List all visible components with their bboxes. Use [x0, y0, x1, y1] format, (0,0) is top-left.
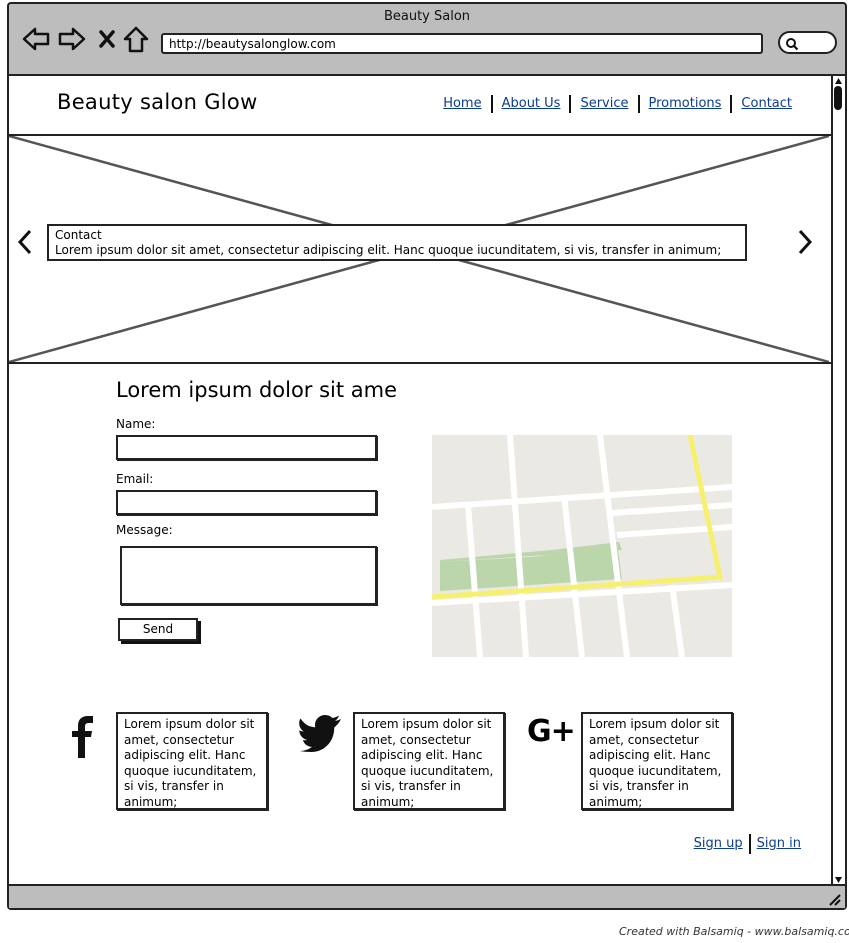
hero-carousel: Contact Lorem ipsum dolor sit amet, cons…	[9, 136, 831, 364]
scroll-up-icon[interactable]	[834, 77, 843, 85]
site-title: Beauty salon Glow	[57, 90, 258, 114]
nav-home[interactable]: Home	[434, 95, 490, 113]
window-title: Beauty Salon	[383, 9, 471, 24]
scroll-down-icon[interactable]	[834, 876, 843, 884]
hero-caption: Contact Lorem ipsum dolor sit amet, cons…	[47, 224, 747, 261]
map-graphic	[432, 435, 732, 657]
browser-statusbar	[9, 888, 845, 908]
main-nav: Home About Us Service Promotions Contact	[434, 95, 801, 113]
stop-icon[interactable]	[93, 24, 123, 54]
nav-about-us[interactable]: About Us	[490, 95, 570, 113]
location-map[interactable]	[432, 435, 732, 657]
carousel-next-icon[interactable]	[795, 228, 815, 256]
vertical-scrollbar[interactable]	[831, 74, 845, 886]
scrollbar-thumb[interactable]	[834, 86, 842, 110]
nav-service[interactable]: Service	[569, 95, 637, 113]
nav-contact[interactable]: Contact	[730, 95, 801, 113]
twitter-icon[interactable]	[299, 714, 343, 752]
name-input[interactable]	[116, 435, 377, 460]
email-label: Email:	[116, 472, 154, 486]
address-bar[interactable]: http://beautysalonglow.com	[161, 33, 763, 54]
twitter-text-box: Lorem ipsum dolor sit amet, consectetur …	[353, 712, 505, 810]
search-icon	[786, 38, 799, 51]
page-viewport: Beauty salon Glow Home About Us Service …	[9, 74, 831, 886]
nav-promotions[interactable]: Promotions	[637, 95, 731, 113]
site-header: Beauty salon Glow Home About Us Service …	[9, 76, 831, 136]
hero-caption-text: Lorem ipsum dolor sit amet, consectetur …	[55, 243, 722, 257]
browser-window: Beauty Salon http://beautysalonglow.com …	[7, 2, 847, 910]
message-textarea[interactable]	[120, 546, 377, 605]
email-input[interactable]	[116, 490, 377, 515]
send-button[interactable]: Send	[118, 618, 198, 641]
carousel-prev-icon[interactable]	[15, 228, 35, 256]
balsamiq-watermark: Created with Balsamiq - www.balsamiq.co	[619, 925, 849, 938]
message-label: Message:	[116, 523, 173, 537]
contact-heading: Lorem ipsum dolor sit ame	[116, 378, 398, 402]
browser-search-field[interactable]	[778, 31, 837, 54]
back-icon[interactable]	[21, 24, 51, 54]
browser-titlebar: Beauty Salon http://beautysalonglow.com	[9, 4, 845, 74]
sign-up-link[interactable]: Sign up	[688, 834, 749, 854]
auth-links: Sign up Sign in	[688, 834, 807, 854]
facebook-icon[interactable]	[69, 712, 97, 760]
name-label: Name:	[116, 417, 156, 431]
forward-icon[interactable]	[57, 24, 87, 54]
google-plus-icon[interactable]: G+	[527, 714, 576, 749]
facebook-text-box: Lorem ipsum dolor sit amet, consectetur …	[116, 712, 268, 810]
home-icon[interactable]	[121, 24, 151, 54]
hero-caption-title: Contact	[55, 228, 102, 242]
sign-in-link[interactable]: Sign in	[748, 834, 807, 854]
google-plus-text-box: Lorem ipsum dolor sit amet, consectetur …	[581, 712, 733, 810]
resize-grip-icon[interactable]	[827, 892, 841, 906]
